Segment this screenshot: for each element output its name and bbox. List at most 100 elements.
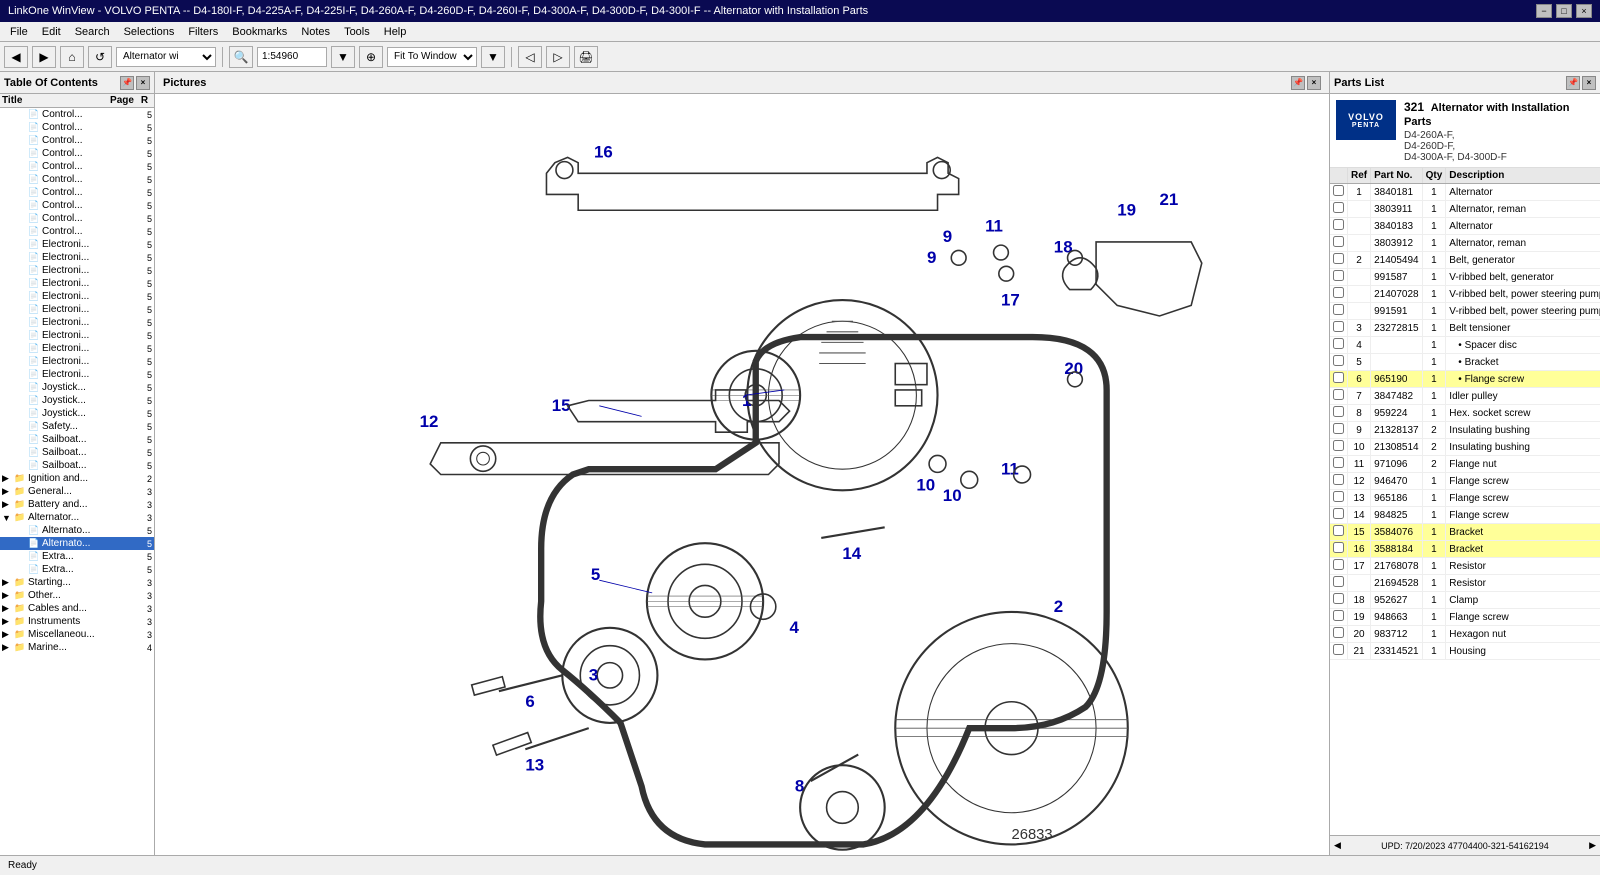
toc-item[interactable]: 📄Electroni...5 (0, 329, 154, 342)
menu-bookmarks[interactable]: Bookmarks (226, 25, 293, 39)
toc-item[interactable]: 📄Electroni...5 (0, 303, 154, 316)
maximize-button[interactable]: □ (1556, 4, 1572, 18)
toc-item[interactable]: 📄Control...5 (0, 108, 154, 121)
row-checkbox[interactable] (1333, 389, 1344, 400)
toc-item[interactable]: ▶📁General...3 (0, 485, 154, 498)
menu-notes[interactable]: Notes (295, 25, 336, 39)
row-checkbox[interactable] (1333, 253, 1344, 264)
toc-item[interactable]: ▶📁Instruments3 (0, 615, 154, 628)
zoom-icon[interactable]: ⊕ (359, 46, 383, 68)
table-row[interactable]: 41• Spacer disc (1330, 337, 1600, 354)
menu-tools[interactable]: Tools (338, 25, 376, 39)
next-page-button[interactable]: ▷ (546, 46, 570, 68)
toc-item[interactable]: 📄Control...5 (0, 121, 154, 134)
parts-close-button[interactable]: × (1582, 76, 1596, 90)
row-checkbox[interactable] (1333, 508, 1344, 519)
toc-item[interactable]: 📄Electroni...5 (0, 290, 154, 303)
pictures-pin-button[interactable]: 📌 (1291, 76, 1305, 90)
row-checkbox[interactable] (1333, 491, 1344, 502)
toc-item[interactable]: 📄Joystick...5 (0, 394, 154, 407)
toc-item[interactable]: 📄Joystick...5 (0, 381, 154, 394)
table-row[interactable]: 209837121Hexagon nut (1330, 626, 1600, 643)
footer-scroll-right[interactable]: ▶ (1589, 840, 1596, 851)
toc-item[interactable]: 📄Electroni...5 (0, 264, 154, 277)
toc-item[interactable]: 📄Electroni...5 (0, 355, 154, 368)
toc-item[interactable]: ▶📁Ignition and...2 (0, 472, 154, 485)
toc-item[interactable]: ▶📁Battery and...3 (0, 498, 154, 511)
toc-item[interactable]: 📄Extra...5 (0, 550, 154, 563)
toc-item[interactable]: ▶📁Other...3 (0, 589, 154, 602)
toc-item[interactable]: 📄Control...5 (0, 186, 154, 199)
table-row[interactable]: 2214054941Belt, generator (1330, 252, 1600, 269)
table-row[interactable]: 10213085142Insulating bushing (1330, 439, 1600, 456)
table-row[interactable]: 189526271Clamp (1330, 592, 1600, 609)
toc-item[interactable]: 📄Control...5 (0, 134, 154, 147)
footer-scroll-left[interactable]: ◀ (1334, 840, 1341, 851)
table-row[interactable]: 129464701Flange screw (1330, 473, 1600, 490)
row-checkbox[interactable] (1333, 236, 1344, 247)
toc-item[interactable]: 📄Control...5 (0, 147, 154, 160)
expander-icon[interactable]: ▶ (2, 590, 14, 601)
row-checkbox[interactable] (1333, 185, 1344, 196)
toc-item[interactable]: 📄Control...5 (0, 212, 154, 225)
toc-item[interactable]: 📄Alternato...5 (0, 524, 154, 537)
table-row[interactable]: 214070281V-ribbed belt, power steering p… (1330, 286, 1600, 303)
print-button[interactable]: 🖨 (574, 46, 598, 68)
row-checkbox[interactable] (1333, 440, 1344, 451)
parts-table-container[interactable]: Ref Part No. Qty Description 138401811Al… (1330, 168, 1600, 835)
zoom-in-button[interactable]: 🔍 (229, 46, 253, 68)
diagram-area[interactable]: 16 (155, 94, 1329, 855)
row-checkbox[interactable] (1333, 406, 1344, 417)
table-row[interactable]: 738474821Idler pulley (1330, 388, 1600, 405)
toc-item[interactable]: ▶📁Marine...4 (0, 641, 154, 654)
toc-item[interactable]: 📄Extra...5 (0, 563, 154, 576)
table-row[interactable]: 9213281372Insulating bushing (1330, 422, 1600, 439)
toc-item[interactable]: ▶📁Starting...3 (0, 576, 154, 589)
menu-search[interactable]: Search (69, 25, 116, 39)
row-checkbox[interactable] (1333, 525, 1344, 536)
row-checkbox[interactable] (1333, 457, 1344, 468)
toc-close-button[interactable]: × (136, 76, 150, 90)
row-checkbox[interactable] (1333, 644, 1344, 655)
table-row[interactable]: 1535840761Bracket (1330, 524, 1600, 541)
table-row[interactable]: 38039121Alternator, reman (1330, 235, 1600, 252)
back-button[interactable]: ◀ (4, 46, 28, 68)
table-row[interactable]: 199486631Flange screw (1330, 609, 1600, 626)
table-row[interactable]: 89592241Hex. socket screw (1330, 405, 1600, 422)
toc-item[interactable]: 📄Sailboat...5 (0, 446, 154, 459)
menu-filters[interactable]: Filters (182, 25, 224, 39)
table-row[interactable]: 139651861Flange screw (1330, 490, 1600, 507)
menu-edit[interactable]: Edit (36, 25, 67, 39)
toc-item[interactable]: 📄Electroni...5 (0, 368, 154, 381)
zoom-value-input[interactable] (257, 47, 327, 67)
fit-mode-select[interactable]: Fit To Window (387, 47, 477, 67)
menu-selections[interactable]: Selections (118, 25, 181, 39)
row-checkbox[interactable] (1333, 576, 1344, 587)
nav-select[interactable]: Alternator wi (116, 47, 216, 67)
row-checkbox[interactable] (1333, 270, 1344, 281)
pictures-close-button[interactable]: × (1307, 76, 1321, 90)
expander-icon[interactable]: ▶ (2, 642, 14, 653)
toc-item[interactable]: 📄Joystick...5 (0, 407, 154, 420)
toc-item[interactable]: 📄Alternato...5 (0, 537, 154, 550)
home-button[interactable]: ⌂ (60, 46, 84, 68)
toc-item[interactable]: ▶📁Cables and...3 (0, 602, 154, 615)
expander-icon[interactable]: ▶ (2, 486, 14, 497)
table-row[interactable]: 38401831Alternator (1330, 218, 1600, 235)
row-checkbox[interactable] (1333, 202, 1344, 213)
toc-item[interactable]: 📄Sailboat...5 (0, 459, 154, 472)
table-row[interactable]: 21233145211Housing (1330, 643, 1600, 660)
minimize-button[interactable]: − (1536, 4, 1552, 18)
toc-item[interactable]: 📄Electroni...5 (0, 251, 154, 264)
zoom-dropdown-button[interactable]: ▼ (331, 46, 355, 68)
row-checkbox[interactable] (1333, 372, 1344, 383)
toc-item[interactable]: 📄Electroni...5 (0, 238, 154, 251)
row-checkbox[interactable] (1333, 304, 1344, 315)
table-row[interactable]: 216945281Resistor (1330, 575, 1600, 592)
toc-item[interactable]: 📄Electroni...5 (0, 316, 154, 329)
toc-item[interactable]: 📄Sailboat...5 (0, 433, 154, 446)
toc-item[interactable]: 📄Control...5 (0, 173, 154, 186)
expander-icon[interactable]: ▶ (2, 473, 14, 484)
toc-item[interactable]: 📄Electroni...5 (0, 277, 154, 290)
row-checkbox[interactable] (1333, 559, 1344, 570)
